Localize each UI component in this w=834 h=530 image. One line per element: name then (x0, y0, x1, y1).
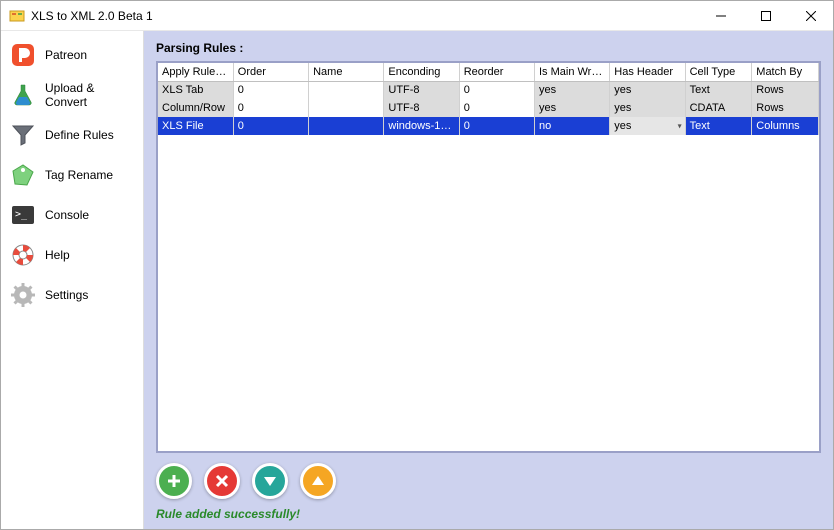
sidebar-item-console[interactable]: >_ Console (1, 195, 143, 235)
col-encoding[interactable]: Enconding (384, 63, 459, 81)
status-message: Rule added successfully! (156, 507, 821, 521)
col-hasheader[interactable]: Has Header (610, 63, 685, 81)
console-icon: >_ (9, 201, 37, 229)
cell-reorder[interactable]: 0 (459, 117, 534, 135)
cell-order[interactable]: 0 (233, 117, 308, 135)
sidebar-item-settings[interactable]: Settings (1, 275, 143, 315)
col-reorder[interactable]: Reorder (459, 63, 534, 81)
sidebar: Patreon Upload & Convert Define Rules Ta… (1, 31, 144, 529)
sidebar-item-define-rules[interactable]: Define Rules (1, 115, 143, 155)
table-row[interactable]: XLS Tab 0 UTF-8 0 yes yes Text Rows (158, 81, 819, 99)
cell-ismain[interactable]: no (534, 117, 609, 135)
move-down-button[interactable] (252, 463, 288, 499)
cell-name[interactable] (309, 99, 384, 117)
sidebar-item-label: Patreon (45, 48, 87, 62)
cell-name[interactable] (309, 117, 384, 135)
col-order[interactable]: Order (233, 63, 308, 81)
rules-table[interactable]: Apply Rule… Order Name Enconding Reorder… (158, 63, 819, 135)
cell-matchby[interactable]: Rows (752, 99, 819, 117)
cell-reorder[interactable]: 0 (459, 81, 534, 99)
cell-celltype[interactable]: CDATA (685, 99, 752, 117)
add-rule-button[interactable] (156, 463, 192, 499)
cell-encoding[interactable]: UTF-8 (384, 81, 459, 99)
delete-rule-button[interactable] (204, 463, 240, 499)
cell-order[interactable]: 0 (233, 99, 308, 117)
cell-encoding[interactable]: windows-1251 (384, 117, 459, 135)
table-row-selected[interactable]: XLS File 0 windows-1251 0 no yes ▾ Text C… (158, 117, 819, 135)
col-ismain[interactable]: Is Main Wr… (534, 63, 609, 81)
minimize-button[interactable] (698, 1, 743, 30)
panel-heading: Parsing Rules : (156, 41, 821, 55)
sidebar-item-label: Settings (45, 288, 88, 302)
col-name[interactable]: Name (309, 63, 384, 81)
table-row[interactable]: Column/Row 0 UTF-8 0 yes yes CDATA Rows (158, 99, 819, 117)
app-icon (9, 8, 25, 24)
sidebar-item-label: Tag Rename (45, 168, 113, 182)
flask-icon (9, 81, 37, 109)
cell-hasheader-dropdown[interactable]: yes ▾ (610, 117, 685, 135)
col-celltype[interactable]: Cell Type (685, 63, 752, 81)
cell-apply[interactable]: Column/Row (158, 99, 233, 117)
rules-table-wrap: Apply Rule… Order Name Enconding Reorder… (156, 61, 821, 453)
cell-celltype[interactable]: Text (685, 117, 752, 135)
sidebar-item-label: Help (45, 248, 70, 262)
maximize-button[interactable] (743, 1, 788, 30)
titlebar: XLS to XML 2.0 Beta 1 (1, 1, 833, 31)
table-header-row: Apply Rule… Order Name Enconding Reorder… (158, 63, 819, 81)
sidebar-item-label: Define Rules (45, 128, 114, 142)
cell-celltype[interactable]: Text (685, 81, 752, 99)
svg-text:>_: >_ (15, 209, 28, 220)
tag-icon (9, 161, 37, 189)
cell-ismain[interactable]: yes (534, 81, 609, 99)
cell-ismain[interactable]: yes (534, 99, 609, 117)
sidebar-item-patreon[interactable]: Patreon (1, 35, 143, 75)
cell-reorder[interactable]: 0 (459, 99, 534, 117)
patreon-icon (9, 41, 37, 69)
move-up-button[interactable] (300, 463, 336, 499)
gear-icon (9, 281, 37, 309)
cell-matchby[interactable]: Columns (752, 117, 819, 135)
content-panel: Parsing Rules : Apply Rule… Order Name E… (144, 31, 833, 529)
table-body: XLS Tab 0 UTF-8 0 yes yes Text Rows Colu… (158, 81, 819, 135)
cell-matchby[interactable]: Rows (752, 81, 819, 99)
col-apply[interactable]: Apply Rule… (158, 63, 233, 81)
cell-hasheader[interactable]: yes (610, 81, 685, 99)
sidebar-item-tag-rename[interactable]: Tag Rename (1, 155, 143, 195)
close-button[interactable] (788, 1, 833, 30)
window-title: XLS to XML 2.0 Beta 1 (31, 9, 698, 23)
funnel-icon (9, 121, 37, 149)
cell-hasheader-value: yes (614, 120, 631, 132)
col-matchby[interactable]: Match By (752, 63, 819, 81)
window-controls (698, 1, 833, 30)
cell-name[interactable] (309, 81, 384, 99)
sidebar-item-upload[interactable]: Upload & Convert (1, 75, 143, 115)
chevron-down-icon: ▾ (678, 122, 682, 131)
lifebuoy-icon (9, 241, 37, 269)
cell-apply[interactable]: XLS File (158, 117, 233, 135)
sidebar-item-label: Upload & Convert (45, 81, 135, 109)
cell-encoding[interactable]: UTF-8 (384, 99, 459, 117)
sidebar-item-help[interactable]: Help (1, 235, 143, 275)
cell-order[interactable]: 0 (233, 81, 308, 99)
sidebar-item-label: Console (45, 208, 89, 222)
cell-apply[interactable]: XLS Tab (158, 81, 233, 99)
cell-hasheader[interactable]: yes (610, 99, 685, 117)
action-bar (156, 463, 821, 499)
